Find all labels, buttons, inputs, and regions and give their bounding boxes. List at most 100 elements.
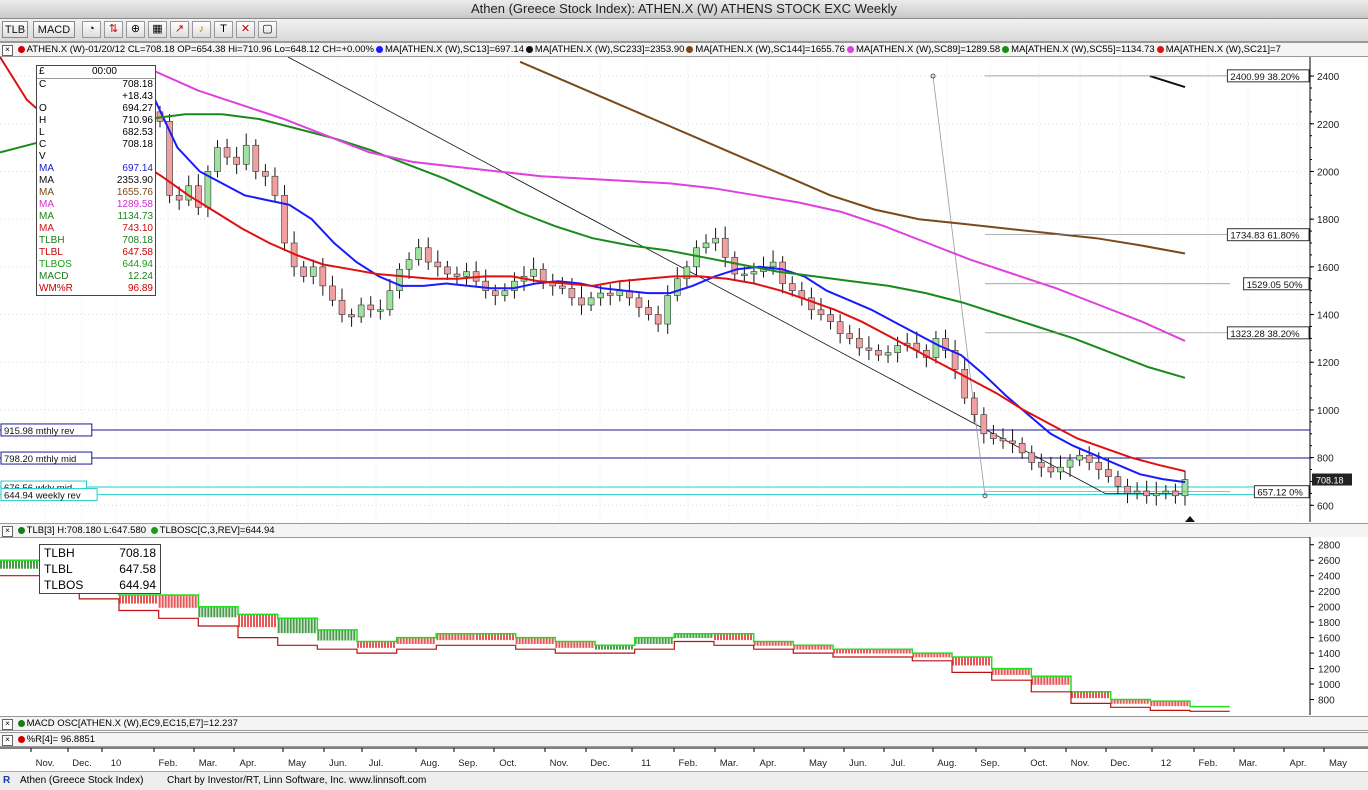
window-icon[interactable]: ▢ <box>258 21 277 38</box>
tlb-brick <box>988 656 990 666</box>
close-macd-icon[interactable]: × <box>2 719 13 730</box>
tlb-brick <box>170 595 173 608</box>
data-window-value: 647.58 <box>122 247 153 258</box>
tlb-brick <box>298 618 301 634</box>
close-panel-icon[interactable]: × <box>2 45 13 56</box>
tlb-brick <box>536 637 539 644</box>
tlb-brick <box>542 637 545 644</box>
tlb-lines <box>0 559 1230 712</box>
fib-label: 2400.99 38.20% <box>1230 72 1300 83</box>
tlb-brick <box>231 606 234 618</box>
fib-label: 1529.05 50% <box>1247 280 1304 291</box>
tlb-brick <box>1061 676 1064 685</box>
candle-body <box>1152 493 1160 497</box>
tlb-brick <box>717 633 719 641</box>
tlb-brick <box>268 614 270 628</box>
candle-body <box>1047 466 1055 473</box>
time-tick-label: Jun. <box>849 758 867 769</box>
candle-body <box>702 242 710 249</box>
candle-body <box>970 397 978 415</box>
candle-body <box>530 268 537 277</box>
tlb-brick <box>747 633 749 641</box>
tlb-tick-label: 2600 <box>1318 556 1341 567</box>
tlb-tick-label: 1600 <box>1318 634 1341 645</box>
tlb-brick <box>161 595 164 608</box>
tlb-brick <box>579 641 582 648</box>
time-tick-label: Mar. <box>199 758 217 769</box>
data-window-label: TLBH <box>39 235 65 246</box>
tlb-brick <box>286 618 289 634</box>
candle-body <box>1009 440 1016 444</box>
time-tick-label: May <box>809 758 827 769</box>
tlb-brick <box>1024 668 1027 675</box>
cursor-icon[interactable]: ⇅ <box>104 21 123 38</box>
tlb-button[interactable]: TLB <box>2 21 28 38</box>
tlb-brick <box>323 629 326 641</box>
tlb-brick <box>265 614 267 628</box>
tlb-brick <box>491 633 493 641</box>
close-wr-icon[interactable]: × <box>2 735 13 746</box>
tlb-brick <box>545 637 548 644</box>
tlb-brick <box>167 595 170 608</box>
tlb-brick <box>18 560 20 569</box>
tlbl-label: TLBL <box>44 562 73 576</box>
fib-labels: 2400.99 38.20% 1734.83 61.80% 1529.05 50% 1… <box>985 69 1310 499</box>
close-tlb-icon[interactable]: × <box>2 526 13 537</box>
tlb-brick <box>399 637 402 644</box>
tlb-brick <box>274 614 276 628</box>
ma-line <box>1149 75 1186 89</box>
candle-body <box>1076 454 1083 461</box>
candle-body <box>836 321 844 334</box>
candle-body <box>741 273 748 276</box>
zoom-icon[interactable]: ⊕ <box>126 21 145 38</box>
tlb-brick <box>295 618 298 634</box>
tlb-brick <box>301 618 304 634</box>
tlb-brick <box>591 641 594 648</box>
tlb-brick <box>369 641 371 648</box>
tlb-brick <box>646 637 649 644</box>
tlb-brick <box>637 637 640 644</box>
time-tick-label: Apr. <box>240 758 257 769</box>
time-tick-label: Apr. <box>1290 758 1307 769</box>
tlb-brick <box>131 595 133 604</box>
title-icon[interactable]: T <box>214 21 233 38</box>
tlb-brick <box>417 637 420 644</box>
price-tick-label: 1000 <box>1317 406 1340 417</box>
data-window-label: O <box>39 103 47 114</box>
data-window-label: MA <box>39 175 54 186</box>
tlb-brick <box>973 656 975 666</box>
wr-legend-bar: × %R[4]= 96.8851 <box>0 732 1368 747</box>
tlb-brick <box>664 637 667 644</box>
data-window-row: +18.43 <box>37 91 155 103</box>
tlb-brick <box>539 637 542 644</box>
tlb-brick <box>967 656 969 666</box>
clock-icon[interactable]: ◔ <box>82 21 101 38</box>
data-window-row: H 710.96 <box>37 115 155 127</box>
candle-body <box>559 285 566 289</box>
price-chart: 915.98 mthly rev798.20 mthly mid676.56 w… <box>0 57 1368 522</box>
tools-icon[interactable]: ✕ <box>236 21 255 38</box>
tlb-brick <box>588 641 591 648</box>
tlb-brick <box>332 629 335 641</box>
candle-body <box>491 290 499 296</box>
grid-icon[interactable]: ▦ <box>148 21 167 38</box>
tlb-data-box: TLBH 708.18 TLBL 647.58 TLBOS 644.94 <box>39 544 161 594</box>
legend-dot-icon <box>846 46 854 53</box>
tlb-brick <box>744 633 746 641</box>
candle-body <box>961 369 968 399</box>
tlb-brick <box>564 641 567 648</box>
macd-button[interactable]: MACD <box>33 21 75 38</box>
tlb-brick <box>494 633 496 641</box>
macd-legend: MACD OSC[ATHEN.X (W),EC9,EC15,E7]=12.237 <box>26 718 238 729</box>
alert-icon[interactable]: ♪ <box>192 21 211 38</box>
tlb-brick <box>12 560 14 569</box>
data-window-label: MA <box>39 163 54 174</box>
data-window-value: 96.89 <box>127 283 153 294</box>
candle-body <box>673 278 681 296</box>
tlb-brick <box>1018 668 1021 675</box>
legend-item: MA[ATHEN.X (W),SC233]=2353.90 <box>534 44 685 55</box>
tlb-brick <box>555 641 558 648</box>
data-window-label: C <box>39 139 47 150</box>
data-window-value: 743.10 <box>122 223 153 234</box>
chart-icon[interactable]: ↗ <box>170 21 189 38</box>
